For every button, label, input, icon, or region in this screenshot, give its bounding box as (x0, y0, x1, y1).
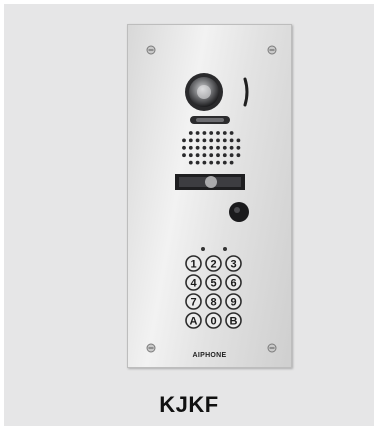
keypad-key-label: 9 (230, 297, 236, 309)
speaker-hole (182, 145, 186, 150)
keypad-key-label: 3 (230, 259, 236, 271)
speaker-hole (202, 138, 207, 143)
speaker-hole (222, 145, 227, 150)
product-card: 1 2 3 4 5 6 7 8 9 A0 B AIPHONE KJKF (4, 4, 374, 426)
speaker-hole (202, 153, 207, 158)
keypad-key-label: 7 (190, 297, 196, 309)
speaker-hole (229, 160, 234, 165)
keypad-key-label: B (230, 316, 238, 328)
speaker-hole (195, 138, 200, 143)
speaker-hole (216, 131, 220, 135)
keypad-key-3[interactable]: 3 (225, 255, 242, 272)
keypad-key-1[interactable]: 1 (185, 255, 202, 272)
camera-lens-icon (185, 73, 249, 111)
keypad-key-label: A (190, 316, 198, 328)
keypad-key-5[interactable]: 5 (205, 274, 222, 291)
speaker-hole (236, 138, 241, 143)
speaker-hole (182, 153, 186, 158)
indicator-strip (190, 116, 230, 124)
speaker-hole (188, 138, 193, 143)
keypad-key-9[interactable]: 9 (225, 293, 242, 310)
keypad-key-label: 6 (230, 278, 236, 290)
speaker-hole (209, 145, 214, 150)
speaker-hole (229, 138, 234, 143)
intercom-panel: 1 2 3 4 5 6 7 8 9 A0 B AIPHONE (127, 24, 292, 368)
speaker-hole (216, 160, 220, 165)
speaker-hole (222, 160, 227, 165)
screw-icon (267, 45, 277, 55)
keypad-key-label: 4 (190, 278, 197, 290)
nameplate-window (175, 174, 245, 190)
speaker-hole (236, 145, 241, 150)
speaker-hole (195, 145, 200, 150)
speaker-hole (209, 160, 214, 165)
speaker-hole (216, 153, 220, 158)
keypad-key-label: 2 (210, 259, 216, 271)
keypad-key-6[interactable]: 6 (225, 274, 242, 291)
speaker-hole (188, 131, 193, 135)
speaker-hole (222, 153, 227, 158)
keypad-key-label: 0 (210, 316, 216, 328)
speaker-hole (229, 145, 234, 150)
speaker-grille-icon (182, 131, 241, 165)
model-label: KJKF (159, 392, 219, 417)
keypad-key-0[interactable]: 0 (205, 312, 222, 329)
led-indicators (201, 247, 227, 251)
keypad-key-label: 1 (190, 259, 196, 271)
screw-icon (146, 45, 156, 55)
keypad-key-4[interactable]: 4 (185, 274, 202, 291)
speaker-hole (222, 131, 227, 135)
speaker-hole (188, 153, 193, 158)
speaker-hole (202, 131, 207, 135)
speaker-hole (202, 160, 207, 165)
proximity-sensor-icon (229, 202, 249, 222)
keypad-key-2[interactable]: 2 (205, 255, 222, 272)
speaker-hole (182, 138, 186, 143)
speaker-hole (229, 131, 234, 135)
speaker-hole (229, 153, 234, 158)
speaker-hole (209, 131, 214, 135)
speaker-hole (188, 160, 193, 165)
speaker-hole (209, 153, 214, 158)
keypad-key-b[interactable]: B (225, 312, 242, 329)
keypad-key-a[interactable]: A (185, 312, 202, 329)
speaker-hole (195, 131, 200, 135)
speaker-hole (236, 153, 241, 158)
speaker-hole (195, 160, 200, 165)
brand-label: AIPHONE (192, 352, 227, 359)
speaker-hole (202, 145, 207, 150)
keypad-key-7[interactable]: 7 (185, 293, 202, 310)
speaker-hole (216, 145, 220, 150)
speaker-hole (216, 138, 220, 143)
keypad-key-label: 8 (210, 297, 216, 309)
speaker-hole (195, 153, 200, 158)
speaker-hole (209, 138, 214, 143)
keypad-key-8[interactable]: 8 (205, 293, 222, 310)
speaker-hole (188, 145, 193, 150)
keypad-key-label: 5 (210, 278, 216, 290)
speaker-hole (222, 138, 227, 143)
